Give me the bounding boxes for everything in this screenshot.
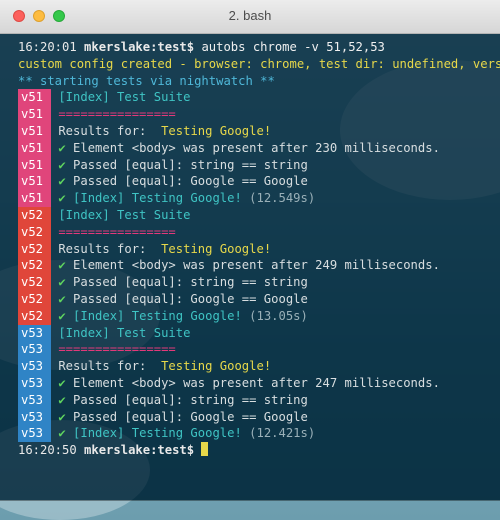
terminal-window: 2. bash 16:20:01 mkerslake:test$ autobs … xyxy=(0,0,500,500)
element-line: v53 ✔ Element <body> was present after 2… xyxy=(0,374,500,392)
passed-line: v51 ✔ Passed [equal]: string == string xyxy=(0,156,500,174)
results-line: v52 Results for: Testing Google! xyxy=(0,240,500,258)
passed-line-text: Passed [equal]: Google == Google xyxy=(73,174,308,189)
version-tag: v53 xyxy=(18,425,51,443)
results-test-name: Testing Google! xyxy=(161,241,272,256)
summary-line: v52 ✔ [Index] Testing Google! (13.05s) xyxy=(0,307,500,325)
passed-line: v52 ✔ Passed [equal]: string == string xyxy=(0,274,500,291)
check-icon: ✔ xyxy=(58,140,66,155)
check-icon: ✔ xyxy=(58,291,66,306)
version-tag: v51 xyxy=(18,156,51,174)
element-line: v51 ✔ Element <body> was present after 2… xyxy=(0,139,500,157)
passed-line: v51 ✔ Passed [equal]: Google == Google xyxy=(0,173,500,191)
check-icon: ✔ xyxy=(58,392,66,407)
separator-line: v52 ================ xyxy=(0,223,500,241)
passed-line-text: Passed [equal]: Google == Google xyxy=(73,291,308,306)
results-line: v51 Results for: Testing Google! xyxy=(0,122,500,140)
version-tag: v51 xyxy=(18,89,51,107)
check-icon: ✔ xyxy=(58,409,66,424)
separator-line: v51 ================ xyxy=(0,106,500,123)
version-tag: v52 xyxy=(18,274,51,291)
check-icon: ✔ xyxy=(58,174,66,189)
check-icon: ✔ xyxy=(58,308,66,323)
version-tag: v53 xyxy=(18,391,51,409)
separator: ================ xyxy=(58,107,176,122)
passed-line: v53 ✔ Passed [equal]: Google == Google xyxy=(0,408,500,426)
summary-text: [Index] Testing Google! xyxy=(73,308,242,323)
summary-text: [Index] Testing Google! xyxy=(73,191,242,206)
check-icon: ✔ xyxy=(58,275,66,290)
summary-line: v51 ✔ [Index] Testing Google! (12.549s) xyxy=(0,190,500,207)
passed-line-text: Passed [equal]: Google == Google xyxy=(73,409,308,424)
version-tag: v53 xyxy=(18,341,51,359)
passed-line: v52 ✔ Passed [equal]: Google == Google xyxy=(0,290,500,308)
window-title: 2. bash xyxy=(228,8,272,23)
starting-line: ** starting tests via nightwatch ** xyxy=(18,73,275,88)
version-tag: v52 xyxy=(18,290,51,308)
version-tag: v51 xyxy=(18,106,51,123)
results-test-name: Testing Google! xyxy=(161,123,272,138)
prompt-time: 16:20:50 xyxy=(18,443,77,458)
version-tag: v52 xyxy=(18,223,51,241)
version-tag: v51 xyxy=(18,139,51,157)
separator: ================ xyxy=(58,224,176,239)
passed-line-text: Passed [equal]: string == string xyxy=(73,275,308,290)
results-line: v53 Results for: Testing Google! xyxy=(0,358,500,375)
prompt-line: 16:20:01 mkerslake:test$ autobs chrome -… xyxy=(0,39,500,56)
suite-title-line: v53 [Index] Test Suite xyxy=(0,324,500,342)
element-line: v52 ✔ Element <body> was present after 2… xyxy=(0,257,500,275)
version-tag: v52 xyxy=(18,307,51,325)
prompt-user: mkerslake:test$ xyxy=(84,443,195,458)
results-label: Results for: xyxy=(58,359,147,374)
prompt-time: 16:20:01 xyxy=(18,40,77,54)
summary-time: (13.05s) xyxy=(249,308,308,323)
separator-line: v53 ================ xyxy=(0,341,500,359)
separator: ================ xyxy=(58,342,176,357)
text-cursor xyxy=(201,442,209,457)
version-tag: v52 xyxy=(18,257,51,275)
version-tag: v51 xyxy=(18,173,51,191)
results-label: Results for: xyxy=(58,241,147,256)
passed-line-text: Passed [equal]: string == string xyxy=(73,392,308,407)
summary-time: (12.421s) xyxy=(249,426,316,441)
check-icon: ✔ xyxy=(58,258,66,273)
version-tag: v53 xyxy=(18,358,51,375)
results-test-name: Testing Google! xyxy=(161,359,272,374)
prompt-user: mkerslake:test$ xyxy=(84,40,195,54)
check-icon: ✔ xyxy=(58,157,66,172)
config-line: custom config created - browser: chrome,… xyxy=(18,56,500,71)
version-tag: v53 xyxy=(18,408,51,426)
suite-title: [Index] Test Suite xyxy=(58,207,191,222)
suite-results: v51 [Index] Test Suite v51 ==============… xyxy=(0,89,500,443)
summary-text: [Index] Testing Google! xyxy=(73,426,242,441)
version-tag: v52 xyxy=(18,240,51,258)
element-line-text: Element <body> was present after 249 mil… xyxy=(73,258,440,273)
terminal-output[interactable]: 16:20:01 mkerslake:test$ autobs chrome -… xyxy=(0,34,500,500)
passed-line: v53 ✔ Passed [equal]: string == string xyxy=(0,391,500,409)
command-text: autobs chrome -v 51,52,53 xyxy=(201,40,385,54)
version-tag: v52 xyxy=(18,206,51,224)
title-bar[interactable]: 2. bash xyxy=(0,0,500,34)
suite-title: [Index] Test Suite xyxy=(58,90,191,105)
summary-time: (12.549s) xyxy=(249,191,316,206)
suite-title: [Index] Test Suite xyxy=(58,325,191,340)
summary-line: v53 ✔ [Index] Testing Google! (12.421s) xyxy=(0,425,500,443)
version-tag: v51 xyxy=(18,190,51,207)
check-icon: ✔ xyxy=(58,375,66,390)
results-label: Results for: xyxy=(58,123,147,138)
element-line-text: Element <body> was present after 247 mil… xyxy=(73,375,440,390)
prompt-line-final: 16:20:50 mkerslake:test$ xyxy=(0,442,500,459)
suite-title-line: v51 [Index] Test Suite xyxy=(0,89,500,107)
check-icon: ✔ xyxy=(58,191,66,206)
element-line-text: Element <body> was present after 230 mil… xyxy=(73,140,440,155)
version-tag: v51 xyxy=(18,122,51,140)
check-icon: ✔ xyxy=(58,426,66,441)
version-tag: v53 xyxy=(18,324,51,342)
suite-title-line: v52 [Index] Test Suite xyxy=(0,206,500,224)
passed-line-text: Passed [equal]: string == string xyxy=(73,157,308,172)
version-tag: v53 xyxy=(18,374,51,392)
